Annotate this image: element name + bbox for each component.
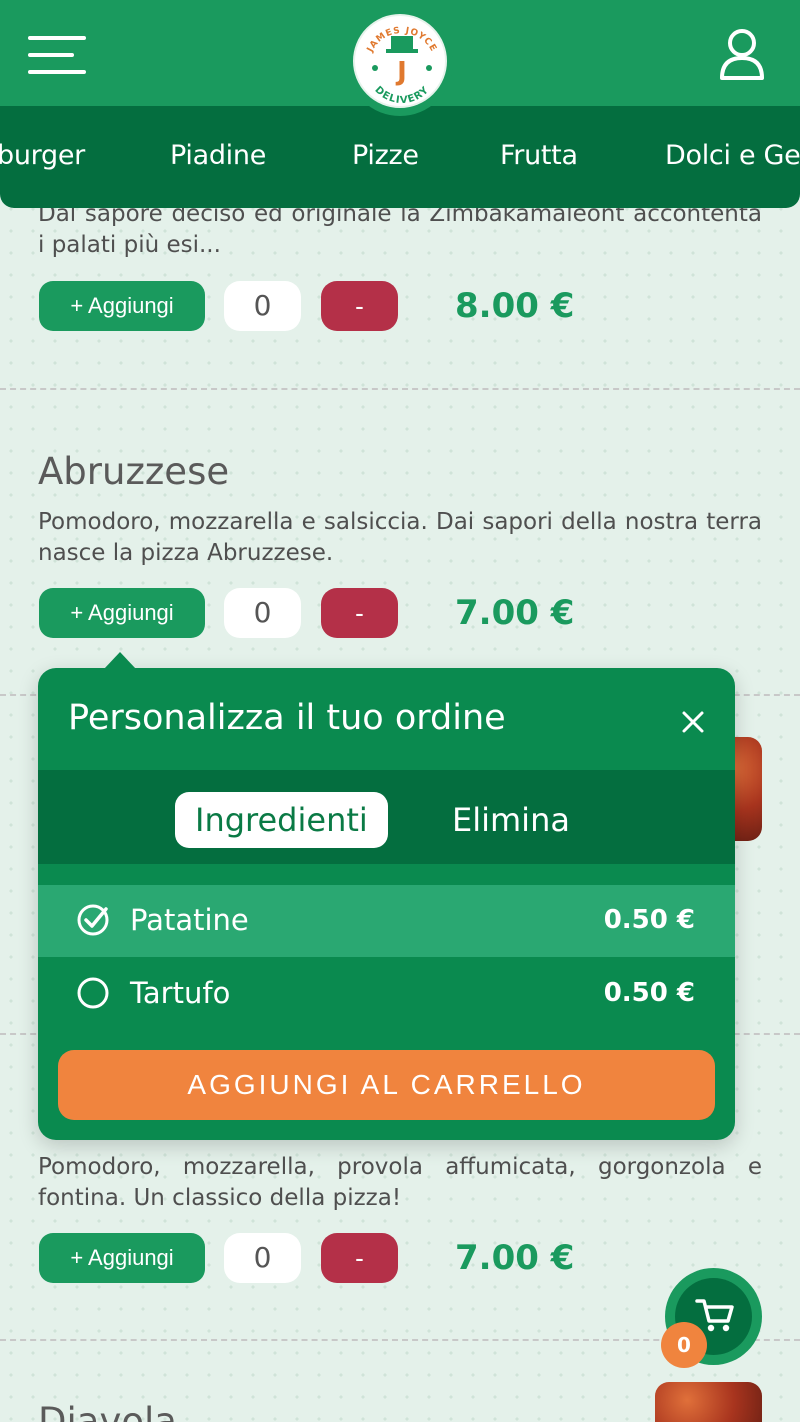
product-price: 7.00 €	[455, 1238, 575, 1278]
logo-letter: J	[395, 57, 407, 87]
option-price: 0.50 €	[603, 905, 695, 935]
brand-logo[interactable]: JAMES JOYCE DELIVERY J	[347, 10, 453, 116]
add-button[interactable]: + Aggiungi	[39, 281, 205, 331]
option-row-patatine[interactable]: Patatine 0.50 €	[38, 885, 735, 957]
add-button[interactable]: + Aggiungi	[39, 1233, 205, 1283]
quantity-display: 0	[224, 281, 301, 331]
category-tab-pizze[interactable]: Pizze	[352, 140, 419, 171]
tab-elimina[interactable]: Elimina	[432, 792, 590, 848]
add-to-cart-button[interactable]: AGGIUNGI AL CARRELLO	[58, 1050, 715, 1120]
product-price: 7.00 €	[455, 593, 575, 633]
product-description: Pomodoro, mozzarella, provola affumicata…	[38, 1154, 762, 1211]
category-tab-burger[interactable]: burger	[0, 140, 85, 171]
option-label: Tartufo	[130, 976, 231, 1010]
logo-emblem: JAMES JOYCE DELIVERY J	[365, 26, 437, 106]
option-label: Patatine	[130, 903, 249, 937]
quantity-display: 0	[224, 588, 301, 638]
product-title: Diavola	[38, 1400, 177, 1422]
menu-icon[interactable]	[28, 36, 88, 76]
minus-button[interactable]: -	[321, 588, 398, 638]
divider	[0, 388, 800, 390]
minus-button[interactable]: -	[321, 281, 398, 331]
tab-ingredienti[interactable]: Ingredienti	[175, 792, 388, 848]
minus-button[interactable]: -	[321, 1233, 398, 1283]
popup-title: Personalizza il tuo ordine	[68, 698, 506, 738]
customize-order-popup: Personalizza il tuo ordine Ingredienti E…	[38, 668, 735, 1140]
close-icon[interactable]	[681, 710, 705, 734]
quantity-display: 0	[224, 1233, 301, 1283]
option-price: 0.50 €	[603, 978, 695, 1008]
category-nav: burger Piadine Pizze Frutta Dolci e Ge	[0, 106, 800, 208]
logo-bottom-text: DELIVERY	[373, 84, 431, 106]
product-image[interactable]	[655, 1382, 762, 1422]
product-description: Pomodoro, mozzarella e salsiccia. Dai sa…	[38, 509, 762, 566]
check-circle-icon	[77, 904, 109, 936]
svg-text:DELIVERY: DELIVERY	[373, 84, 432, 106]
circle-icon	[77, 977, 109, 1009]
popup-tabs: Ingredienti Elimina	[38, 770, 735, 864]
product-title: Abruzzese	[38, 450, 230, 493]
option-row-tartufo[interactable]: Tartufo 0.50 €	[38, 958, 735, 1030]
add-button[interactable]: + Aggiungi	[39, 588, 205, 638]
category-tab-frutta[interactable]: Frutta	[500, 140, 578, 171]
user-icon[interactable]	[718, 28, 766, 80]
cart-count-badge: 0	[661, 1322, 707, 1368]
product-description: Dal sapore deciso ed originale la Zimbak…	[38, 201, 762, 258]
product-price: 8.00 €	[455, 286, 575, 326]
category-tab-dolci[interactable]: Dolci e Ge	[665, 140, 800, 171]
category-tab-piadine[interactable]: Piadine	[170, 140, 266, 171]
popup-arrow	[104, 652, 136, 669]
